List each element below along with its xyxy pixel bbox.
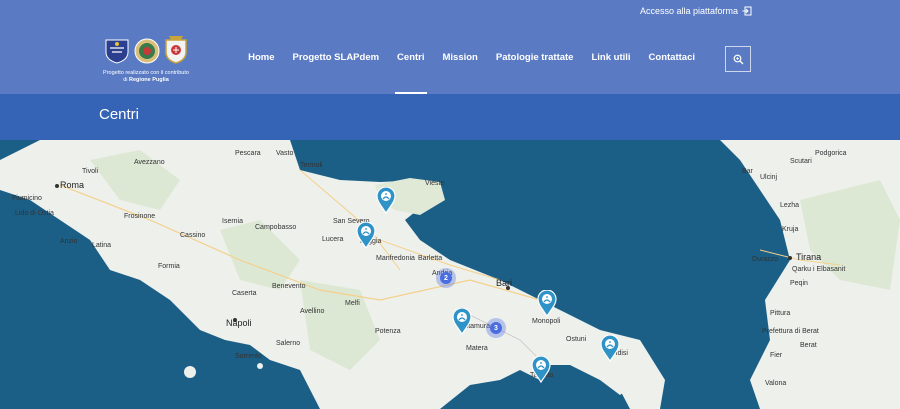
regional-seal-icon <box>134 38 160 64</box>
map-city-label: Termoli <box>300 162 323 169</box>
nav-centri[interactable]: Centri <box>388 52 433 94</box>
map-pin-icon[interactable] <box>537 290 557 317</box>
map-city-label: Salerno <box>276 340 301 347</box>
map-city-label: Potenza <box>375 328 401 335</box>
funding-caption-line1: Progetto realizzato con il contributo <box>103 70 189 76</box>
funding-caption: Progetto realizzato con il contributo di… <box>96 70 196 84</box>
map-city-label: Latina <box>92 242 112 249</box>
map-city-label: Campobasso <box>255 224 297 231</box>
map-city-label: Lido di Ostia <box>15 210 54 217</box>
map-city-label: Durazzo <box>752 256 779 263</box>
map-city-label: Podgorica <box>815 150 847 157</box>
map-city-label: Anzio <box>60 238 78 245</box>
map-city-label: Peqin <box>790 280 808 287</box>
map-pin-icon[interactable] <box>452 308 472 335</box>
nav-patologie-trattate[interactable]: Patologie trattate <box>487 52 583 63</box>
map-city-label: Formia <box>158 263 180 270</box>
map-city-label: Bari <box>496 278 513 288</box>
map-city-label: Roma <box>60 180 85 190</box>
map-cluster-count: 3 <box>490 322 502 334</box>
map-city-label: Vieste <box>425 180 445 187</box>
map-city-label: Avellino <box>300 308 325 315</box>
map-city-label: Prefettura di Berat <box>762 328 819 335</box>
map-city-label: Lucera <box>322 236 344 243</box>
page-title: Centri <box>99 106 140 123</box>
funding-caption-line2: di Regione Puglia <box>123 77 169 83</box>
platform-access-link[interactable]: Accesso alla piattaforma <box>640 6 752 16</box>
map-city-label: Avezzano <box>134 159 165 166</box>
map-city-label: Ostuni <box>566 336 587 343</box>
map-city-label: Tivoli <box>82 168 99 175</box>
login-arrow-icon <box>742 6 752 16</box>
partner-logos <box>104 34 188 64</box>
search-button[interactable] <box>725 46 751 72</box>
top-bar: Accesso alla piattaforma <box>0 0 900 24</box>
map-cluster[interactable]: 2 <box>436 268 456 288</box>
nav-progetto-slapdem[interactable]: Progetto SLAPdem <box>283 52 388 63</box>
page-title-bar: Centri <box>0 94 900 140</box>
map-city-label: Barletta <box>418 255 443 262</box>
map-city-label: Berat <box>800 342 817 349</box>
map-city-label: Scutari <box>790 158 812 165</box>
map-city-label: Benevento <box>272 283 306 290</box>
map-city-label: Vasto <box>276 150 294 157</box>
map-city-label: Melfi <box>345 300 360 307</box>
nav-home[interactable]: Home <box>239 52 283 63</box>
platform-access-label: Accesso alla piattaforma <box>639 6 738 16</box>
nav-contattaci[interactable]: Contattaci <box>640 52 704 63</box>
funding-region-name: Regione Puglia <box>129 77 169 83</box>
map-city-label: Valona <box>765 380 787 387</box>
nav-mission[interactable]: Mission <box>434 52 487 63</box>
map-pin-icon[interactable] <box>600 335 620 362</box>
map-city-label: Kruja <box>782 226 799 233</box>
map-city-label: Caserta <box>232 290 257 297</box>
map-cluster-count: 2 <box>440 272 452 284</box>
map-city-label: Qarku i Elbasanit <box>792 266 846 273</box>
map-city-label: Fier <box>770 352 783 359</box>
map-city-label: Manfredonia <box>376 255 415 262</box>
map-city-label: Sorrento <box>235 353 262 360</box>
map-city-label: Bar <box>742 168 753 175</box>
map-pin-icon[interactable] <box>356 222 376 249</box>
site-header: Progetto realizzato con il contributo di… <box>0 24 900 94</box>
map-city-label: Matera <box>466 345 488 352</box>
map-pin-icon[interactable] <box>531 356 551 383</box>
map-city-label: Monopoli <box>532 318 561 325</box>
map-city-label: Fiumicino <box>12 195 42 202</box>
map-cluster[interactable]: 3 <box>486 318 506 338</box>
map-city-label: Isernia <box>222 218 244 225</box>
map-city-label: Tirana <box>796 252 822 262</box>
police-crest-icon <box>105 39 129 64</box>
map-city-label: Pittura <box>770 310 791 317</box>
puglia-region-crest-icon <box>165 36 187 64</box>
map-city-label: Ulcinj <box>760 174 778 181</box>
nav-link-utili[interactable]: Link utili <box>582 52 639 63</box>
main-nav: Home Progetto SLAPdem Centri Mission Pat… <box>239 52 704 94</box>
centers-map[interactable]: Roma Tivoli Avezzano Pescara Fiumicino L… <box>0 140 900 409</box>
map-city-label: Frosinone <box>124 213 156 220</box>
map-city-label: Cassino <box>180 232 206 239</box>
map-city-label: Lezha <box>780 202 800 209</box>
search-icon <box>733 54 743 64</box>
map-pin-icon[interactable] <box>376 187 396 214</box>
map-city-label: Napoli <box>226 318 252 328</box>
map-city-label: Pescara <box>235 150 261 157</box>
